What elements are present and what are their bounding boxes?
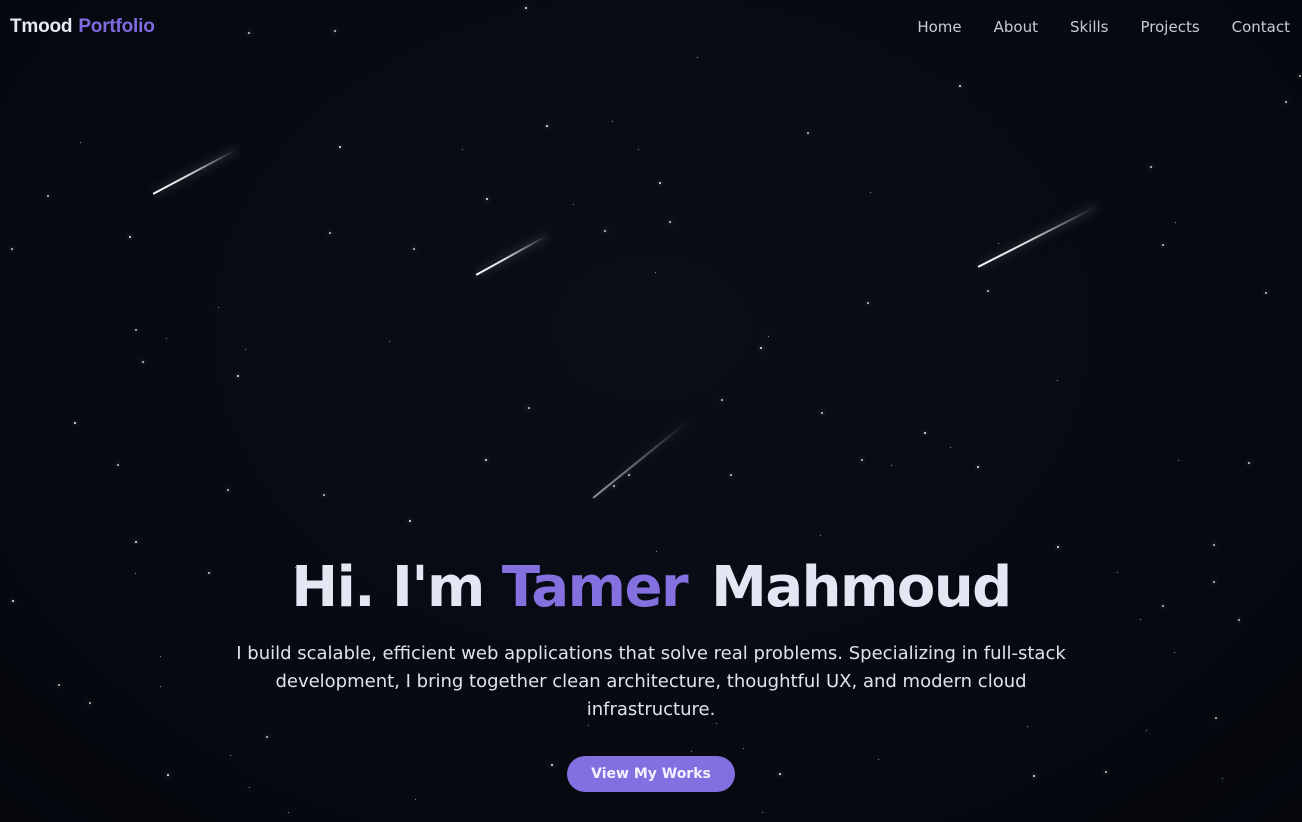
star-dot <box>997 242 999 244</box>
star-dot <box>977 466 979 468</box>
shooting-star <box>152 148 239 195</box>
view-my-works-button[interactable]: View My Works <box>567 756 735 792</box>
star-dot <box>821 412 823 414</box>
star-dot <box>949 446 951 448</box>
star-dot <box>572 203 574 205</box>
star-dot <box>807 132 809 134</box>
star-dot <box>1162 244 1164 246</box>
star-dot <box>388 340 390 342</box>
nav-contact-link[interactable]: Contact <box>1232 18 1290 36</box>
star-dot <box>1265 292 1267 294</box>
star-dot <box>142 361 144 363</box>
star-dot <box>227 489 229 491</box>
star-dot <box>11 248 13 250</box>
star-dot <box>869 191 871 193</box>
star-dot <box>414 798 416 800</box>
nav-skills-link[interactable]: Skills <box>1070 18 1109 36</box>
nav-about-link[interactable]: About <box>994 18 1038 36</box>
star-dot <box>1056 379 1058 381</box>
star-dot <box>1057 546 1059 548</box>
star-dot <box>861 459 863 461</box>
hero-description: I build scalable, efficient web applicat… <box>236 643 1066 720</box>
star-dot <box>165 337 167 339</box>
star-dot <box>654 271 656 273</box>
top-nav-bar: Tmood Portfolio Home About Skills Project… <box>0 0 1302 56</box>
star-dot <box>761 811 763 813</box>
star-dot <box>1174 221 1176 223</box>
star-dot <box>613 485 615 487</box>
star-dot <box>413 248 415 250</box>
star-dot <box>628 474 630 476</box>
hero-section: Hi. I'm Tamer Mahmoud I build scalable, e… <box>0 552 1302 792</box>
star-dot <box>1285 101 1287 103</box>
star-dot <box>1299 75 1301 77</box>
brand-portfolio: Portfolio <box>78 16 155 37</box>
star-dot <box>486 198 488 200</box>
star-dot <box>461 148 463 150</box>
star-dot <box>117 464 119 466</box>
star-dot <box>1248 462 1250 464</box>
star-dot <box>485 459 487 461</box>
hero-greeting: Hi. I'm <box>291 555 485 620</box>
star-dot <box>1150 166 1152 168</box>
portfolio-page: Tmood Portfolio Home About Skills Project… <box>0 0 1302 822</box>
star-dot <box>611 120 613 122</box>
star-dot <box>867 302 869 304</box>
star-dot <box>287 811 289 813</box>
main-nav: Home About Skills Projects Contact <box>917 18 1290 36</box>
hero-first-name: Tamer <box>501 555 689 620</box>
nav-home-link[interactable]: Home <box>917 18 961 36</box>
star-dot <box>890 464 892 466</box>
shooting-star <box>977 205 1098 268</box>
star-dot <box>135 541 137 543</box>
star-dot <box>528 407 530 409</box>
nav-projects-link[interactable]: Projects <box>1141 18 1200 36</box>
star-dot <box>669 221 671 223</box>
star-dot <box>546 125 548 127</box>
hero-heading: Hi. I'm Tamer Mahmoud <box>0 552 1302 624</box>
star-dot <box>767 335 769 337</box>
star-dot <box>74 422 76 424</box>
star-dot <box>730 474 732 476</box>
star-dot <box>958 84 962 88</box>
star-dot <box>924 432 926 434</box>
star-dot <box>47 195 49 197</box>
star-dot <box>237 375 239 377</box>
star-dot <box>1213 544 1215 546</box>
star-dot <box>637 148 639 150</box>
star-dot <box>329 232 331 234</box>
star-dot <box>135 329 137 331</box>
star-dot <box>339 146 341 148</box>
star-dot <box>819 534 821 536</box>
star-dot <box>760 347 762 349</box>
brand-logo[interactable]: Tmood Portfolio <box>10 16 155 38</box>
star-dot <box>323 494 325 496</box>
shooting-star <box>592 420 689 499</box>
star-dot <box>217 306 219 308</box>
star-dot <box>987 290 989 292</box>
star-dot <box>244 348 246 350</box>
star-dot <box>696 56 698 58</box>
star-dot <box>604 230 606 232</box>
star-dot <box>659 182 661 184</box>
brand-name: Tmood <box>10 16 73 37</box>
shooting-star <box>475 234 549 276</box>
star-dot <box>129 236 131 238</box>
star-dot <box>1177 459 1179 461</box>
hero-last-name: Mahmoud <box>711 555 1012 620</box>
star-dot <box>79 141 81 143</box>
star-dot <box>409 520 411 522</box>
star-dot <box>721 399 723 401</box>
